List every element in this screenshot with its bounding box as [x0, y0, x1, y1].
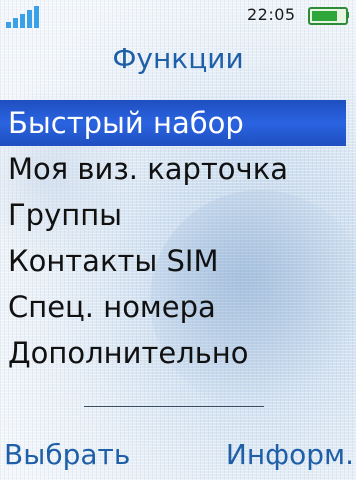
softkey-bar: Выбрать Информ. [0, 436, 356, 480]
select-softkey[interactable]: Выбрать [4, 438, 130, 471]
menu-item-additional[interactable]: Дополнительно [0, 330, 356, 376]
menu-item-speed-dial[interactable]: Быстрый набор [0, 100, 346, 146]
battery-cap [346, 12, 349, 18]
menu-item-special-numbers[interactable]: Спец. номера [0, 284, 356, 330]
battery-level-fill [312, 11, 337, 21]
function-menu: Быстрый набор Моя виз. карточка Группы К… [0, 100, 356, 376]
clock: 22:05 [247, 5, 296, 24]
info-softkey[interactable]: Информ. [226, 438, 354, 471]
signal-strength-icon [6, 4, 46, 28]
menu-item-sim-contacts[interactable]: Контакты SIM [0, 238, 356, 284]
phone-screen: 22:05 Функции Быстрый набор Моя виз. кар… [0, 0, 356, 480]
status-bar: 22:05 [0, 0, 356, 34]
menu-item-groups[interactable]: Группы [0, 192, 356, 238]
screen-title: Функции [112, 42, 244, 75]
softkey-divider [84, 406, 264, 407]
menu-item-my-business-card[interactable]: Моя виз. карточка [0, 146, 356, 192]
battery-icon [308, 7, 349, 25]
